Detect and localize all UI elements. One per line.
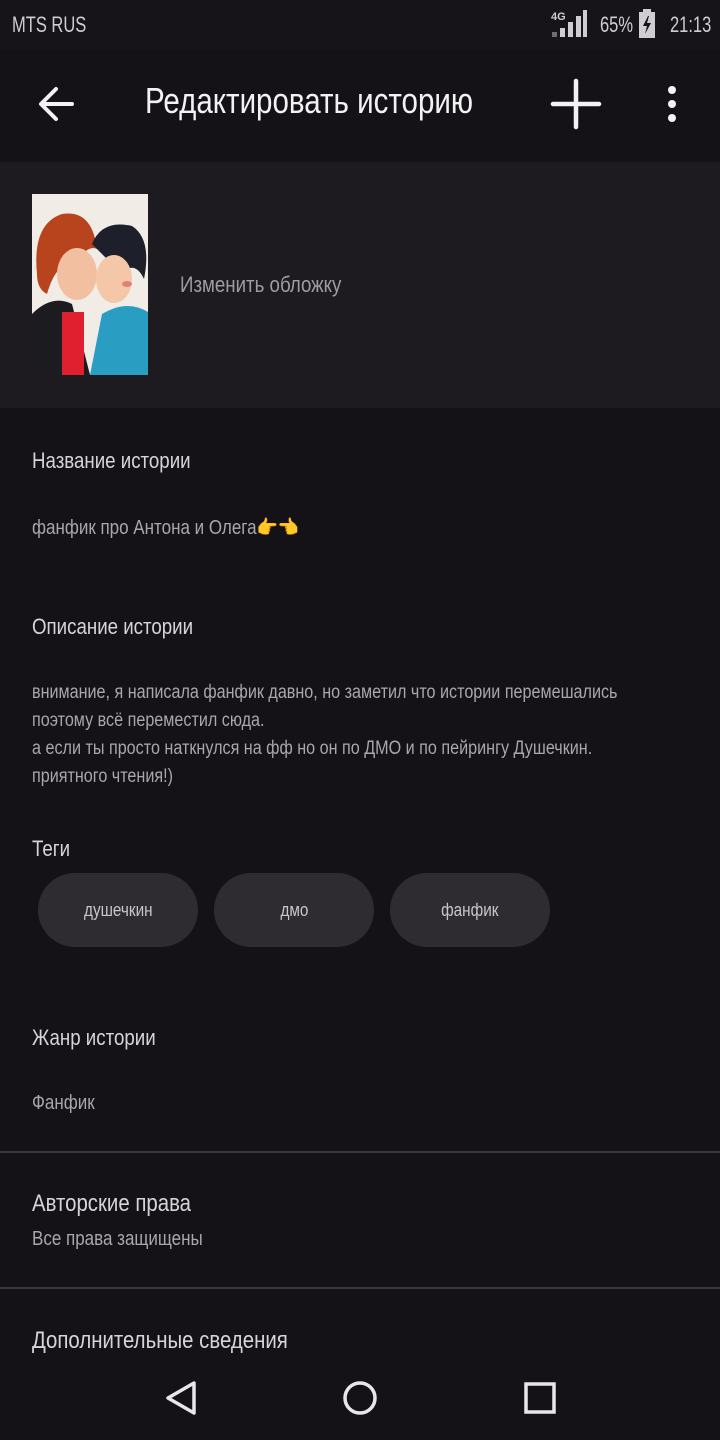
cover-section[interactable]: Изменить обложку: [0, 162, 720, 408]
back-arrow-icon[interactable]: [36, 84, 76, 124]
copyright-value: Все права защищены: [32, 1228, 203, 1250]
system-nav-bar: [0, 1356, 720, 1440]
carrier-label: MTS RUS: [12, 12, 87, 37]
extra-info-row[interactable]: Дополнительные сведения: [0, 1289, 720, 1356]
signal-icon: 4G: [550, 8, 588, 40]
plus-icon[interactable]: [550, 78, 602, 130]
tags-label: Теги: [32, 836, 71, 861]
tag-chip-label: душечкин: [83, 899, 153, 920]
change-cover-label[interactable]: Изменить обложку: [180, 272, 341, 298]
page-title: Редактировать историю: [145, 80, 474, 121]
triangle-back-icon[interactable]: [164, 1380, 198, 1416]
clock: 21:13: [670, 12, 712, 37]
tag-chip-label: фанфик: [441, 899, 499, 920]
tag-chip[interactable]: дмо: [214, 873, 374, 947]
copyright-row[interactable]: Авторские права Все права защищены: [0, 1153, 720, 1287]
story-description-label: Описание истории: [32, 614, 194, 639]
tag-chip[interactable]: душечкин: [38, 873, 198, 947]
story-description-field[interactable]: внимание, я написала фанфик давно, но за…: [32, 679, 661, 791]
network-type-label: 4G: [551, 11, 566, 23]
genre-label: Жанр истории: [32, 1025, 156, 1050]
circle-home-icon[interactable]: [342, 1380, 378, 1416]
story-title-field[interactable]: фанфик про Антона и Олега👉👈: [32, 515, 299, 540]
tag-chip-label: дмо: [280, 899, 308, 920]
genre-field[interactable]: Фанфик: [32, 1092, 95, 1115]
app-bar: Редактировать историю: [0, 50, 720, 160]
battery-percent: 65%: [600, 12, 634, 37]
extra-info-label: Дополнительные сведения: [32, 1327, 288, 1354]
more-vert-icon[interactable]: [660, 86, 684, 122]
battery-charging-icon: [638, 9, 656, 39]
square-recents-icon[interactable]: [523, 1381, 557, 1415]
cover-image[interactable]: [32, 194, 148, 375]
story-title-label: Название истории: [32, 448, 191, 473]
tag-chip[interactable]: фанфик: [390, 873, 550, 947]
status-bar: MTS RUS 4G 65% 21:13: [0, 0, 720, 50]
copyright-label: Авторские права: [32, 1190, 192, 1217]
